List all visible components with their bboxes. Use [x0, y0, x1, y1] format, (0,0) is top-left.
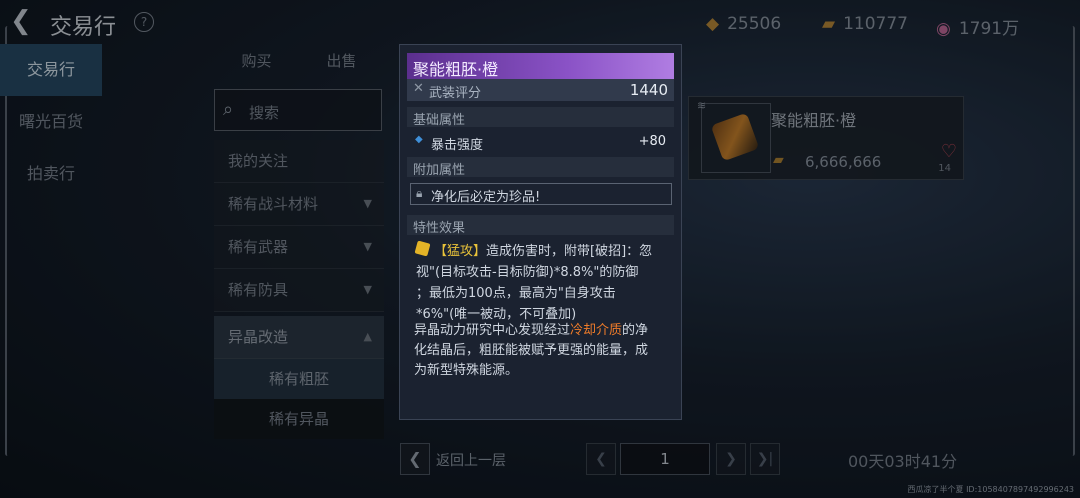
- skill-text: 造成伤害时，附带[破招]：忽: [486, 244, 653, 259]
- lore-text: 的净: [622, 323, 649, 338]
- skill-keyword: 【猛攻】: [434, 244, 487, 259]
- diamond-icon: ◆: [415, 134, 423, 145]
- skill-text: 视"(目标攻击-目标防御)*8.8%"的防御: [416, 265, 639, 280]
- lore-highlight: 冷却介质: [570, 323, 623, 338]
- crossed-swords-icon: ✕: [413, 81, 424, 96]
- skill-text: ；最低为100点，最高为"自身攻击: [416, 286, 616, 301]
- lore-text: 异晶动力研究中心发现经过: [414, 323, 571, 338]
- score-row: ✕ 武装评分 1440: [407, 79, 674, 101]
- section-title: 附加属性: [413, 163, 466, 178]
- section-base-attributes: 基础属性: [407, 107, 674, 128]
- item-tooltip: 聚能粗胚·橙 ✕ 武装评分 1440 基础属性 ◆ 暴击强度 +80 附加属性 …: [399, 44, 682, 420]
- lock-icon: 🔒︎: [416, 186, 423, 200]
- section-effects: 特性效果: [407, 215, 674, 236]
- score-value: 1440: [629, 81, 668, 99]
- stat-value: +80: [638, 134, 666, 149]
- lore-text: 为新型特殊能源。: [414, 363, 519, 378]
- locked-attribute-text: 净化后必定为珍品!: [431, 190, 541, 205]
- item-name: 聚能粗胚·橙: [413, 60, 499, 79]
- score-label: 武装评分: [429, 86, 482, 101]
- tooltip-header: 聚能粗胚·橙: [407, 53, 674, 79]
- stat-row: ◆ 暴击强度 +80: [407, 131, 674, 153]
- item-lore: 异晶动力研究中心发现经过冷却介质的净 化结晶后，粗胚能被赋予更强的能量，成 为新…: [414, 321, 672, 381]
- section-title: 基础属性: [413, 113, 466, 128]
- section-extra-attributes: 附加属性: [407, 157, 674, 178]
- section-title: 特性效果: [413, 221, 466, 236]
- locked-attribute: 🔒︎ 净化后必定为珍品!: [410, 183, 672, 205]
- lore-text: 化结晶后，粗胚能被赋予更强的能量，成: [414, 343, 649, 358]
- skill-description: 【猛攻】造成伤害时，附带[破招]：忽 视"(目标攻击-目标防御)*8.8%"的防…: [416, 241, 672, 325]
- stat-label: 暴击强度: [431, 138, 484, 153]
